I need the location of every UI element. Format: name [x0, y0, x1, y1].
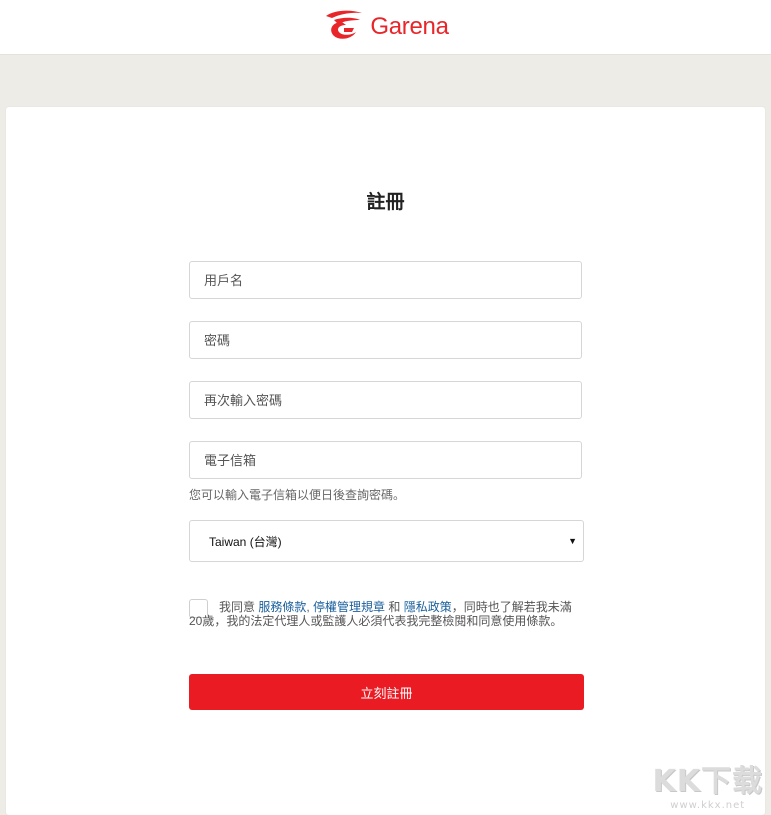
garena-logo-text: Garena: [370, 13, 449, 40]
caret-down-icon: ▼: [568, 536, 577, 546]
country-select-value: Taiwan (台灣): [209, 534, 282, 549]
username-input[interactable]: [189, 261, 582, 299]
garena-logo[interactable]: Garena: [322, 8, 449, 47]
register-card: 註冊 您可以輸入電子信箱以便日後查詢密碼。 Taiwan (台灣) ▼ 我同意 …: [6, 107, 765, 815]
watermark-url: www.kkx.net: [670, 800, 746, 811]
garena-logo-icon: [322, 8, 366, 47]
privacy-policy-link[interactable]: 隱私政策: [404, 600, 452, 614]
password-input[interactable]: [189, 321, 582, 359]
watermark: KK下载 www.kkx.net: [653, 756, 764, 811]
terms-link[interactable]: 服務條款: [258, 600, 306, 614]
confirm-password-input[interactable]: [189, 381, 582, 419]
page-title: 註冊: [366, 191, 405, 213]
suspension-rules-link[interactable]: 停權管理規章: [313, 600, 385, 614]
site-header: Garena: [0, 0, 771, 55]
register-button[interactable]: 立刻註冊: [189, 674, 584, 710]
country-select[interactable]: Taiwan (台灣) ▼: [189, 520, 584, 562]
agreement-text: 我同意 服務條款, 停權管理規章 和 隱私政策，同時也了解若我未滿20歲，我的法…: [189, 600, 584, 628]
agreement-sep2: 和: [385, 600, 404, 614]
agreement-prefix: 我同意: [219, 600, 259, 614]
email-hint: 您可以輸入電子信箱以便日後查詢密碼。: [189, 488, 406, 502]
watermark-logo: KK下载: [652, 764, 763, 799]
email-input[interactable]: [189, 441, 582, 479]
